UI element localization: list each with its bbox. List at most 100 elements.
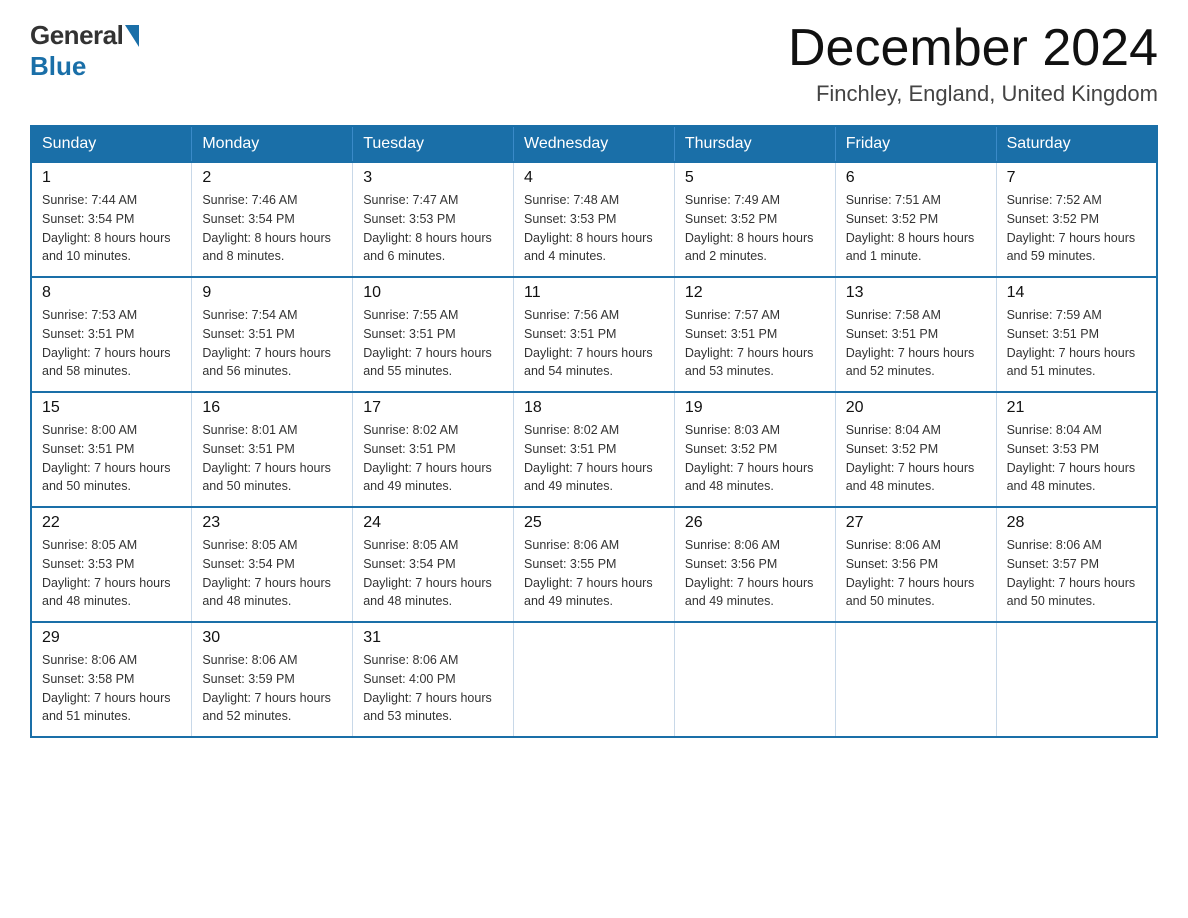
calendar-cell: 16 Sunrise: 8:01 AMSunset: 3:51 PMDayligh… [192, 392, 353, 507]
calendar-cell: 4 Sunrise: 7:48 AMSunset: 3:53 PMDaylight… [514, 162, 675, 277]
header-cell-saturday: Saturday [996, 126, 1157, 162]
calendar-cell: 31 Sunrise: 8:06 AMSunset: 4:00 PMDayligh… [353, 622, 514, 737]
day-info: Sunrise: 8:01 AMSunset: 3:51 PMDaylight:… [202, 421, 342, 496]
page-header: General Blue December 2024 Finchley, Eng… [30, 20, 1158, 107]
day-number: 16 [202, 399, 342, 417]
calendar-cell: 5 Sunrise: 7:49 AMSunset: 3:52 PMDaylight… [674, 162, 835, 277]
calendar-cell: 22 Sunrise: 8:05 AMSunset: 3:53 PMDayligh… [31, 507, 192, 622]
header-cell-monday: Monday [192, 126, 353, 162]
calendar-body: 1Sunrise: 7:44 AMSunset: 3:54 PMDaylight… [31, 162, 1157, 737]
calendar-cell: 18 Sunrise: 8:02 AMSunset: 3:51 PMDayligh… [514, 392, 675, 507]
calendar-week-4: 22 Sunrise: 8:05 AMSunset: 3:53 PMDayligh… [31, 507, 1157, 622]
day-number: 3 [363, 169, 503, 187]
calendar-cell: 10 Sunrise: 7:55 AMSunset: 3:51 PMDayligh… [353, 277, 514, 392]
calendar-cell: 6 Sunrise: 7:51 AMSunset: 3:52 PMDaylight… [835, 162, 996, 277]
calendar-cell: 30 Sunrise: 8:06 AMSunset: 3:59 PMDayligh… [192, 622, 353, 737]
day-info: Sunrise: 8:04 AMSunset: 3:52 PMDaylight:… [846, 421, 986, 496]
location-subtitle: Finchley, England, United Kingdom [788, 81, 1158, 107]
logo-triangle-icon [125, 25, 139, 47]
day-number: 5 [685, 169, 825, 187]
logo-general-text: General [30, 20, 141, 51]
calendar-cell: 1Sunrise: 7:44 AMSunset: 3:54 PMDaylight… [31, 162, 192, 277]
day-info: Sunrise: 7:54 AMSunset: 3:51 PMDaylight:… [202, 306, 342, 381]
day-info: Sunrise: 7:57 AMSunset: 3:51 PMDaylight:… [685, 306, 825, 381]
calendar-cell: 12 Sunrise: 7:57 AMSunset: 3:51 PMDayligh… [674, 277, 835, 392]
calendar-cell: 17 Sunrise: 8:02 AMSunset: 3:51 PMDayligh… [353, 392, 514, 507]
day-number: 29 [42, 629, 181, 647]
day-number: 30 [202, 629, 342, 647]
day-number: 13 [846, 284, 986, 302]
day-info: Sunrise: 8:02 AMSunset: 3:51 PMDaylight:… [363, 421, 503, 496]
day-info: Sunrise: 7:55 AMSunset: 3:51 PMDaylight:… [363, 306, 503, 381]
calendar-cell [835, 622, 996, 737]
calendar-week-5: 29 Sunrise: 8:06 AMSunset: 3:58 PMDayligh… [31, 622, 1157, 737]
calendar-cell: 28Sunrise: 8:06 AMSunset: 3:57 PMDayligh… [996, 507, 1157, 622]
day-number: 17 [363, 399, 503, 417]
day-info: Sunrise: 8:06 AMSunset: 3:55 PMDaylight:… [524, 536, 664, 611]
calendar-cell [674, 622, 835, 737]
calendar-cell: 20Sunrise: 8:04 AMSunset: 3:52 PMDayligh… [835, 392, 996, 507]
calendar-cell: 23 Sunrise: 8:05 AMSunset: 3:54 PMDayligh… [192, 507, 353, 622]
day-number: 31 [363, 629, 503, 647]
calendar-cell: 8Sunrise: 7:53 AMSunset: 3:51 PMDaylight… [31, 277, 192, 392]
day-number: 6 [846, 169, 986, 187]
day-info: Sunrise: 7:58 AMSunset: 3:51 PMDaylight:… [846, 306, 986, 381]
day-info: Sunrise: 7:46 AMSunset: 3:54 PMDaylight:… [202, 191, 342, 266]
calendar-header: SundayMondayTuesdayWednesdayThursdayFrid… [31, 126, 1157, 162]
day-number: 23 [202, 514, 342, 532]
calendar-cell [514, 622, 675, 737]
day-number: 25 [524, 514, 664, 532]
calendar-table: SundayMondayTuesdayWednesdayThursdayFrid… [30, 125, 1158, 738]
calendar-cell: 11 Sunrise: 7:56 AMSunset: 3:51 PMDayligh… [514, 277, 675, 392]
header-cell-friday: Friday [835, 126, 996, 162]
day-info: Sunrise: 8:06 AMSunset: 3:59 PMDaylight:… [202, 651, 342, 726]
day-info: Sunrise: 8:05 AMSunset: 3:53 PMDaylight:… [42, 536, 181, 611]
header-cell-wednesday: Wednesday [514, 126, 675, 162]
day-info: Sunrise: 7:48 AMSunset: 3:53 PMDaylight:… [524, 191, 664, 266]
day-info: Sunrise: 8:04 AMSunset: 3:53 PMDaylight:… [1007, 421, 1146, 496]
calendar-cell: 14 Sunrise: 7:59 AMSunset: 3:51 PMDayligh… [996, 277, 1157, 392]
calendar-cell: 21 Sunrise: 8:04 AMSunset: 3:53 PMDayligh… [996, 392, 1157, 507]
calendar-cell: 29 Sunrise: 8:06 AMSunset: 3:58 PMDayligh… [31, 622, 192, 737]
month-title: December 2024 [788, 20, 1158, 77]
day-number: 19 [685, 399, 825, 417]
day-info: Sunrise: 8:05 AMSunset: 3:54 PMDaylight:… [363, 536, 503, 611]
day-number: 14 [1007, 284, 1146, 302]
day-info: Sunrise: 8:06 AMSunset: 3:56 PMDaylight:… [685, 536, 825, 611]
day-info: Sunrise: 8:06 AMSunset: 3:56 PMDaylight:… [846, 536, 986, 611]
calendar-cell: 19 Sunrise: 8:03 AMSunset: 3:52 PMDayligh… [674, 392, 835, 507]
calendar-cell: 15Sunrise: 8:00 AMSunset: 3:51 PMDayligh… [31, 392, 192, 507]
logo-blue-text: Blue [30, 51, 86, 82]
day-number: 11 [524, 284, 664, 302]
day-number: 18 [524, 399, 664, 417]
day-number: 2 [202, 169, 342, 187]
day-info: Sunrise: 8:06 AMSunset: 3:57 PMDaylight:… [1007, 536, 1146, 611]
day-info: Sunrise: 7:51 AMSunset: 3:52 PMDaylight:… [846, 191, 986, 266]
day-number: 7 [1007, 169, 1146, 187]
day-info: Sunrise: 7:59 AMSunset: 3:51 PMDaylight:… [1007, 306, 1146, 381]
day-info: Sunrise: 8:02 AMSunset: 3:51 PMDaylight:… [524, 421, 664, 496]
calendar-cell [996, 622, 1157, 737]
calendar-week-2: 8Sunrise: 7:53 AMSunset: 3:51 PMDaylight… [31, 277, 1157, 392]
day-info: Sunrise: 7:44 AMSunset: 3:54 PMDaylight:… [42, 191, 181, 266]
day-info: Sunrise: 8:06 AMSunset: 4:00 PMDaylight:… [363, 651, 503, 726]
day-info: Sunrise: 8:03 AMSunset: 3:52 PMDaylight:… [685, 421, 825, 496]
calendar-cell: 9Sunrise: 7:54 AMSunset: 3:51 PMDaylight… [192, 277, 353, 392]
calendar-week-1: 1Sunrise: 7:44 AMSunset: 3:54 PMDaylight… [31, 162, 1157, 277]
day-number: 21 [1007, 399, 1146, 417]
calendar-cell: 25 Sunrise: 8:06 AMSunset: 3:55 PMDayligh… [514, 507, 675, 622]
day-number: 8 [42, 284, 181, 302]
header-row: SundayMondayTuesdayWednesdayThursdayFrid… [31, 126, 1157, 162]
day-number: 22 [42, 514, 181, 532]
day-number: 10 [363, 284, 503, 302]
day-info: Sunrise: 8:06 AMSunset: 3:58 PMDaylight:… [42, 651, 181, 726]
day-info: Sunrise: 7:52 AMSunset: 3:52 PMDaylight:… [1007, 191, 1146, 266]
logo: General Blue [30, 20, 141, 82]
day-info: Sunrise: 7:56 AMSunset: 3:51 PMDaylight:… [524, 306, 664, 381]
day-number: 4 [524, 169, 664, 187]
day-number: 12 [685, 284, 825, 302]
day-info: Sunrise: 7:49 AMSunset: 3:52 PMDaylight:… [685, 191, 825, 266]
header-cell-tuesday: Tuesday [353, 126, 514, 162]
day-info: Sunrise: 8:05 AMSunset: 3:54 PMDaylight:… [202, 536, 342, 611]
day-number: 26 [685, 514, 825, 532]
